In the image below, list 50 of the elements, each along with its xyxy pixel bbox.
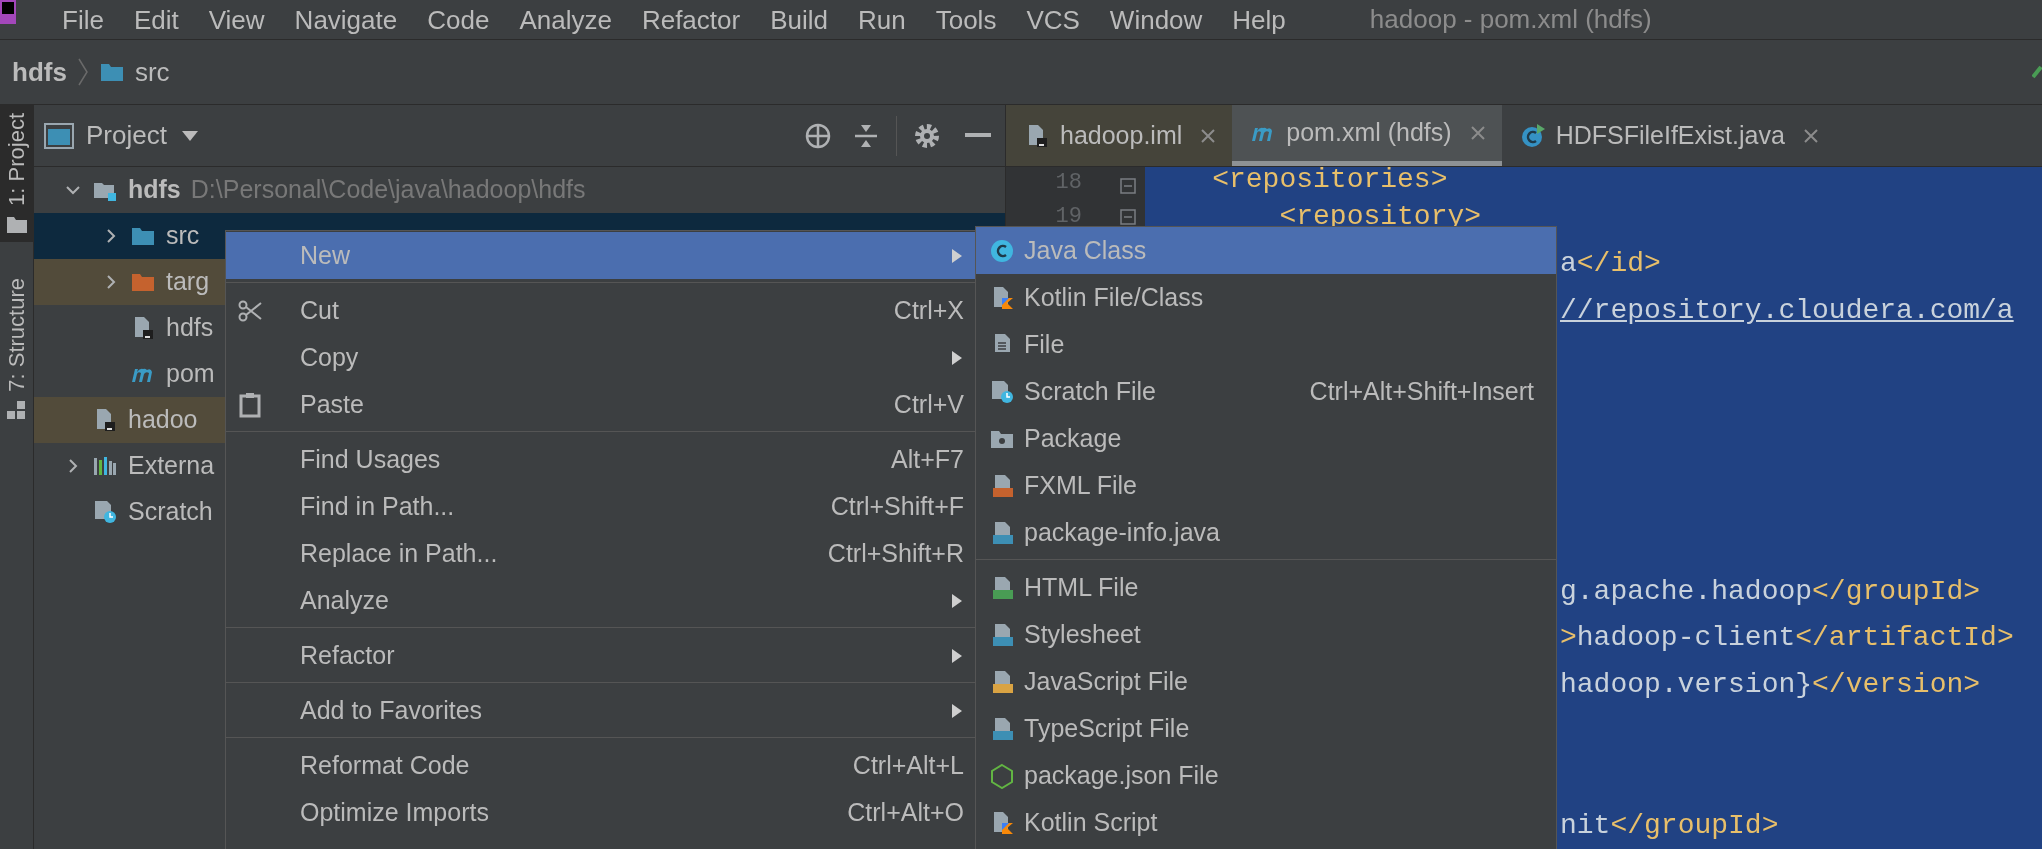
- menu-item-label: JavaScript File: [1024, 665, 1188, 697]
- shortcut-label: Ctrl+Shift+R: [827, 537, 964, 569]
- window-title: hadoop - pom.xml (hdfs): [1369, 3, 1652, 36]
- menu-item-label: File: [1024, 328, 1065, 360]
- shortcut-label: Alt+F7: [891, 443, 964, 475]
- tree-label: hdfs: [166, 312, 214, 344]
- menu-item-label: Kotlin File/Class: [1024, 281, 1204, 313]
- tree-label: hadoo: [128, 404, 198, 436]
- menu-item-label: Paste: [300, 388, 364, 420]
- menu-item-label: TypeScript File: [1024, 712, 1190, 744]
- menu-item-label: Reformat Code: [300, 749, 470, 781]
- code-line: //repository.cloudera.com/a: [1560, 296, 2014, 325]
- shortcut-label: Ctrl+X: [893, 294, 964, 326]
- shortcut-label: Ctrl+Shift+F: [830, 490, 964, 522]
- menu-item-label: Analyze: [300, 584, 389, 616]
- menu-item-label: Java Class: [1024, 234, 1147, 266]
- menu-item-label: Add to Favorites: [300, 694, 483, 726]
- menu-item-label: Optimize Imports: [300, 796, 489, 828]
- tree-label: pom: [166, 358, 215, 390]
- menu-item-label: Find Usages: [300, 443, 441, 475]
- menu-item-label: New: [300, 239, 350, 271]
- tree-label: Scratch: [128, 496, 213, 528]
- tree-label: src: [166, 220, 200, 252]
- tree-label: Externa: [128, 450, 215, 482]
- code-line: a</id>: [1560, 250, 1661, 279]
- menu-item-label: Refactor: [300, 639, 395, 671]
- code-line: <repositories>: [1211, 167, 1448, 194]
- menu-item-label: Replace in Path...: [300, 537, 498, 569]
- menu-item-label: Scratch File: [1024, 375, 1156, 407]
- menu-item-label: Stylesheet: [1024, 618, 1141, 650]
- menu-item-label: Package: [1024, 422, 1122, 454]
- code-line: >hadoop-client</artifactId>: [1560, 624, 2014, 653]
- menu-item-label: Kotlin Script: [1024, 806, 1158, 838]
- menu-item-label: Cut: [300, 294, 339, 326]
- menu-item-label: FXML File: [1024, 469, 1137, 501]
- shortcut-label: Ctrl+V: [893, 388, 964, 420]
- code-line: hadoop.version}</version>: [1560, 671, 1981, 700]
- menu-item-label: HTML File: [1024, 571, 1139, 603]
- shortcut-label: Ctrl+Alt+O: [847, 796, 964, 828]
- code-line: nit</groupId>: [1560, 811, 1779, 840]
- menu-item-label: package.json File: [1024, 759, 1219, 791]
- menu-item-label: package-info.java: [1024, 516, 1220, 548]
- shortcut-label: Ctrl+Alt+L: [852, 749, 964, 781]
- tree-path: D:\Personal\Code\java\hadoop\hdfs: [190, 174, 586, 206]
- menu-item-label: Find in Path...: [300, 490, 455, 522]
- tree-label: hdfs: [128, 174, 181, 206]
- shortcut-label: Ctrl+Alt+Shift+Insert: [1309, 375, 1534, 407]
- code-line: g.apache.hadoop</groupId>: [1560, 577, 1981, 606]
- tree-label: targ: [166, 266, 210, 298]
- menu-item-label: Copy: [300, 341, 359, 373]
